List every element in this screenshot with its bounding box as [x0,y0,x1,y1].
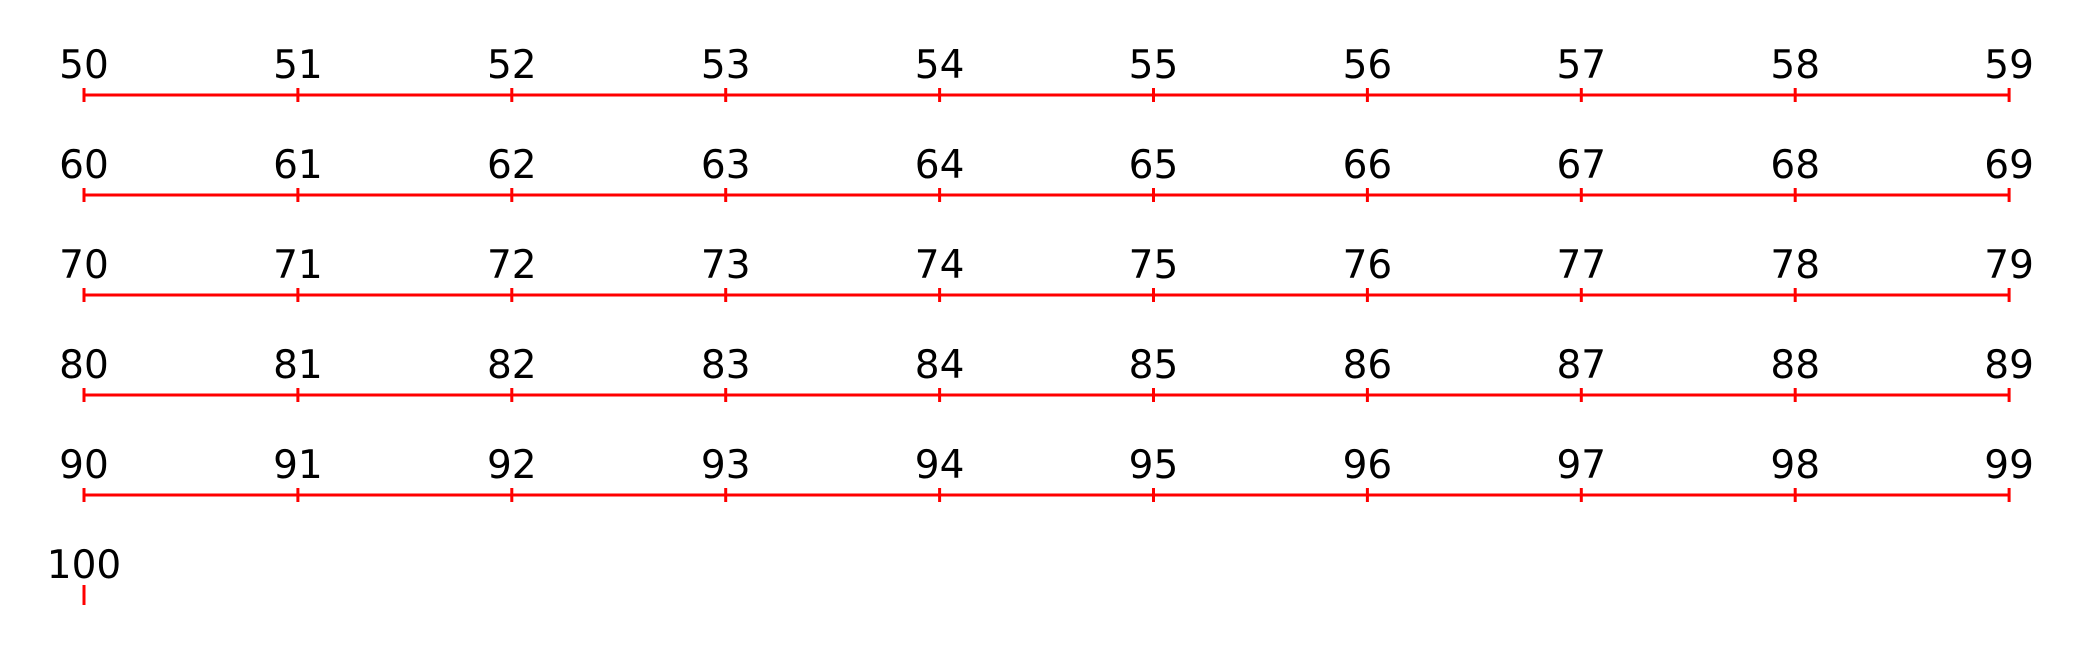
tick-label: 86 [1343,343,1393,388]
tick-label: 90 [59,443,109,488]
tick-label: 72 [487,243,537,288]
tick-label: 64 [915,143,965,188]
tick-label: 58 [1770,43,1820,88]
tick-label: 99 [1984,443,2034,488]
number-line-row: 60 61 62 63 64 65 66 67 68 69 [59,143,2034,202]
tick-label: 75 [1129,243,1179,288]
tick-label: 82 [487,343,537,388]
tick-label: 68 [1770,143,1820,188]
tick-label: 89 [1984,343,2034,388]
tick-label: 73 [701,243,751,288]
tick-label: 71 [273,243,323,288]
tick-label: 78 [1770,243,1820,288]
tick-label: 51 [273,43,323,88]
tick-label: 91 [273,443,323,488]
tick-label: 87 [1556,343,1606,388]
tick-label: 67 [1556,143,1606,188]
tick-label: 63 [701,143,751,188]
tick-label: 76 [1343,243,1393,288]
tick-label: 59 [1984,43,2034,88]
number-line-row: 100 [47,543,121,605]
tick-label: 94 [915,443,965,488]
tick-label: 50 [59,43,109,88]
tick-label: 61 [273,143,323,188]
tick-label: 88 [1770,343,1820,388]
tick-label: 96 [1343,443,1393,488]
tick-label: 57 [1556,43,1606,88]
tick-label: 83 [701,343,751,388]
tick-label: 54 [915,43,965,88]
tick-label: 74 [915,243,965,288]
number-line-row: 90 91 92 93 94 95 96 97 98 99 [59,443,2034,502]
tick-label: 84 [915,343,965,388]
tick-label: 62 [487,143,537,188]
tick-label: 52 [487,43,537,88]
tick-label: 60 [59,143,109,188]
tick-label: 70 [59,243,109,288]
tick-label: 95 [1129,443,1179,488]
tick-label: 85 [1129,343,1179,388]
tick-label: 97 [1556,443,1606,488]
number-line-row: 70 71 72 73 74 75 76 77 78 79 [59,243,2034,302]
tick-label: 69 [1984,143,2034,188]
tick-label: 66 [1343,143,1393,188]
number-line-row: 80 81 82 83 84 85 86 87 88 89 [59,343,2034,402]
tick-label: 98 [1770,443,1820,488]
tick-label: 81 [273,343,323,388]
tick-label: 93 [701,443,751,488]
tick-label: 53 [701,43,751,88]
tick-label: 55 [1129,43,1179,88]
number-line-diagram: 50 51 52 53 54 55 56 57 58 59 60 61 62 63 64 65 66 67 68 69… [47,43,2034,605]
tick-label: 80 [59,343,109,388]
tick-label: 77 [1556,243,1606,288]
tick-label: 92 [487,443,537,488]
tick-label: 65 [1129,143,1179,188]
tick-label: 56 [1343,43,1393,88]
tick-label: 100 [47,543,121,588]
number-line-row: 50 51 52 53 54 55 56 57 58 59 [59,43,2034,102]
tick-label: 79 [1984,243,2034,288]
